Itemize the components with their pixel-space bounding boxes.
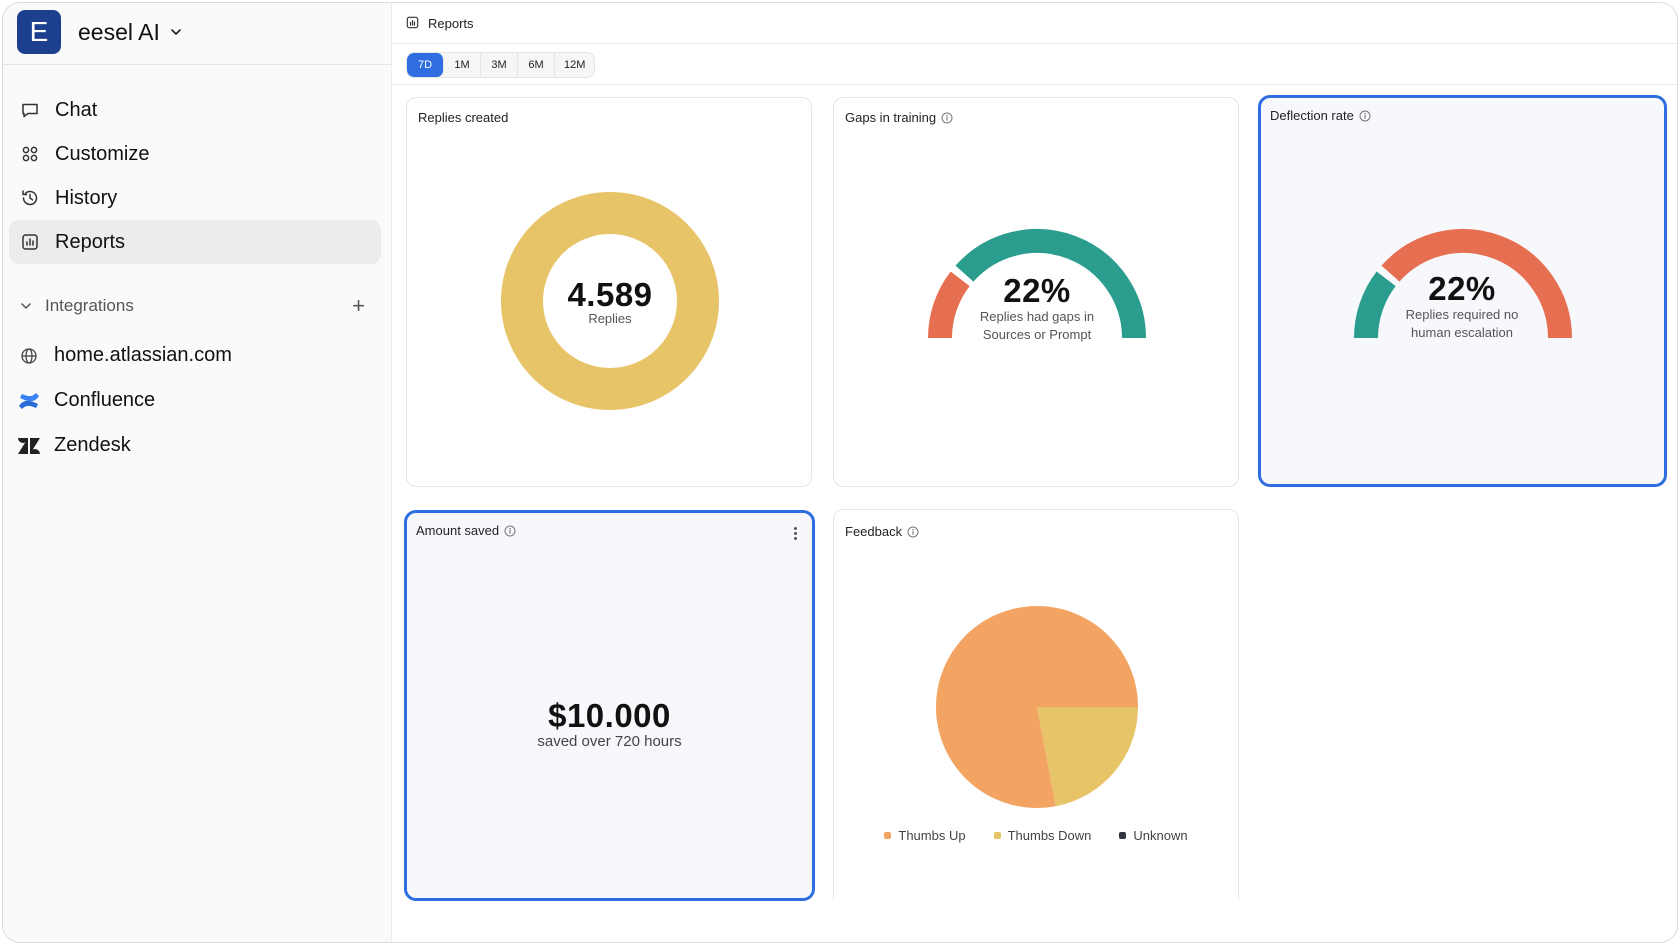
- integrations-list: home.atlassian.com Confluence Zendesk: [17, 333, 377, 468]
- range-12m[interactable]: 12M: [555, 53, 594, 77]
- zendesk-logo-icon: [17, 434, 41, 458]
- integrations-label: Integrations: [45, 296, 134, 315]
- date-range-selector: 7D 1M 3M 6M 12M: [406, 52, 596, 78]
- card-menu-icon[interactable]: [794, 527, 798, 540]
- sidebar-item-label: Reports: [55, 230, 126, 253]
- sidebar-nav: Chat Customize History Reports: [9, 88, 381, 264]
- feedback-card[interactable]: Feedback Thumbs Up Thumbs Down Unknown: [833, 509, 1239, 899]
- app-window: E eesel AI Chat Customize History Report…: [2, 2, 1678, 943]
- replies-value: 4.589: [567, 276, 653, 313]
- legend-swatch: [993, 832, 1001, 839]
- sidebar-item-reports[interactable]: Reports: [9, 220, 381, 264]
- deflection-value: 22%: [1428, 270, 1496, 307]
- range-1m[interactable]: 1M: [444, 53, 481, 77]
- main-content: Reports 7D 1M 3M 6M 12M Replies created …: [392, 3, 1677, 942]
- card-title-text: Amount saved: [416, 523, 500, 538]
- integration-label: home.atlassian.com: [54, 344, 232, 366]
- integration-label: Zendesk: [54, 434, 131, 456]
- deflection-rate-card[interactable]: Deflection rate 22% Replies required no …: [1258, 95, 1667, 487]
- page-title: Reports: [428, 15, 474, 31]
- chat-bubble-icon: [19, 99, 41, 121]
- integration-item-zendesk[interactable]: Zendesk: [17, 423, 377, 468]
- deflection-center-label: 22% Replies required no human escalation: [1362, 270, 1562, 342]
- sidebar-item-label: Chat: [55, 98, 98, 121]
- sidebar: E eesel AI Chat Customize History Report…: [3, 3, 392, 942]
- reports-chart-icon: [406, 16, 420, 30]
- workspace-switcher[interactable]: E eesel AI: [17, 9, 183, 55]
- gaps-in-training-card[interactable]: Gaps in training 22% Replies had gaps in…: [833, 97, 1239, 487]
- legend-label: Unknown: [1133, 828, 1188, 843]
- chevron-down-icon: [19, 299, 37, 313]
- sidebar-item-customize[interactable]: Customize: [9, 132, 381, 176]
- replies-created-card[interactable]: Replies created 4.589 Replies: [406, 97, 812, 487]
- sidebar-item-chat[interactable]: Chat: [9, 88, 381, 132]
- range-7d[interactable]: 7D: [407, 53, 444, 77]
- integrations-header[interactable]: Integrations +: [19, 293, 365, 319]
- gaps-line1: Replies had gaps in: [979, 309, 1095, 324]
- sidebar-item-label: History: [55, 186, 118, 209]
- legend-item-unknown[interactable]: Unknown: [1119, 828, 1188, 843]
- customize-grid-icon: [19, 143, 41, 165]
- legend-label: Thumbs Down: [1007, 828, 1092, 843]
- gaps-line2: Sources or Prompt: [982, 327, 1092, 342]
- integration-item-atlassian[interactable]: home.atlassian.com: [17, 333, 377, 378]
- replies-center-label: 4.589 Replies: [510, 276, 710, 328]
- page-header: Reports: [392, 3, 1677, 44]
- legend-item-thumbs-up[interactable]: Thumbs Up: [884, 828, 966, 843]
- gaps-value: 22%: [1003, 272, 1071, 309]
- legend-label: Thumbs Up: [898, 828, 966, 843]
- header-divider: [392, 84, 1677, 85]
- card-title: Amount saved: [416, 523, 516, 538]
- sidebar-item-history[interactable]: History: [9, 176, 381, 220]
- legend-swatch: [1119, 832, 1127, 839]
- sidebar-divider: [3, 64, 391, 65]
- range-6m[interactable]: 6M: [518, 53, 555, 77]
- sidebar-item-label: Customize: [55, 142, 150, 165]
- workspace-name: eesel AI: [78, 18, 160, 45]
- replies-unit: Replies: [588, 311, 632, 326]
- confluence-logo-icon: [17, 389, 41, 413]
- feedback-pie-chart: [936, 605, 1138, 808]
- info-icon[interactable]: [504, 525, 516, 537]
- globe-icon: [17, 344, 41, 368]
- integration-label: Confluence: [54, 389, 156, 411]
- deflection-line2: human escalation: [1411, 325, 1513, 340]
- range-3m[interactable]: 3M: [481, 53, 518, 77]
- reports-chart-icon: [19, 231, 41, 253]
- legend-swatch: [884, 832, 892, 839]
- amount-saved-value: $10.000: [548, 697, 671, 734]
- feedback-legend: Thumbs Up Thumbs Down Unknown: [834, 828, 1238, 843]
- add-integration-button[interactable]: +: [352, 295, 365, 317]
- legend-item-thumbs-down[interactable]: Thumbs Down: [993, 828, 1092, 843]
- chevron-down-icon: [169, 25, 183, 39]
- amount-saved-caption: saved over 720 hours: [537, 733, 682, 750]
- deflection-line1: Replies required no: [1405, 307, 1519, 322]
- gaps-center-label: 22% Replies had gaps in Sources or Promp…: [937, 272, 1137, 344]
- history-icon: [19, 187, 41, 209]
- amount-saved-center: $10.000 saved over 720 hours: [462, 697, 757, 751]
- integration-item-confluence[interactable]: Confluence: [17, 378, 377, 423]
- workspace-logo: E: [17, 10, 61, 54]
- amount-saved-card[interactable]: Amount saved $10.000 saved over 720 hour…: [404, 510, 815, 901]
